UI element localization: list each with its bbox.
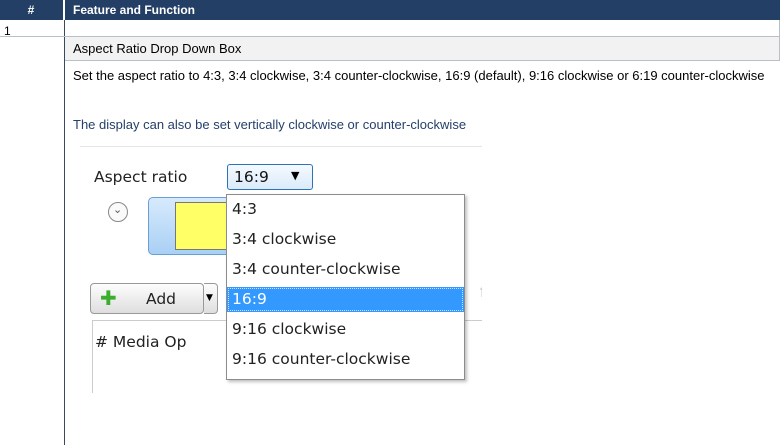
option-16-9-selected[interactable]: 16:9 xyxy=(227,287,464,312)
split-arrow-icon: ▼ xyxy=(206,293,213,303)
option-3-4-clockwise[interactable]: 3:4 clockwise xyxy=(227,227,464,252)
feature-title-row: Aspect Ratio Drop Down Box xyxy=(65,37,779,60)
header-number-column: # xyxy=(27,3,35,17)
screenshot-top-border xyxy=(80,146,482,147)
table-header: # Feature and Function xyxy=(0,0,780,20)
add-button[interactable]: ✚ Add xyxy=(90,283,204,314)
option-3-4-counter-clockwise[interactable]: 3:4 counter-clockwise xyxy=(227,257,464,282)
feature-description: Set the aspect ratio to 4:3, 3:4 clockwi… xyxy=(73,68,765,83)
option-9-16-clockwise[interactable]: 9:16 clockwise xyxy=(227,317,464,342)
title-divider xyxy=(65,60,780,61)
chevron-down-icon: ⌄ xyxy=(113,203,123,216)
feature-table: # Feature and Function 1 Aspect Ratio Dr… xyxy=(0,0,780,445)
aspect-ratio-dropdown-menu: 4:3 3:4 clockwise 3:4 counter-clockwise … xyxy=(226,194,465,380)
clipped-toolbar-text: f xyxy=(480,283,482,301)
aspect-ratio-label: Aspect ratio xyxy=(94,168,188,186)
feature-title: Aspect Ratio Drop Down Box xyxy=(73,41,242,56)
feature-note: The display can also be set vertically c… xyxy=(73,117,467,132)
preview-color-swatch xyxy=(175,202,229,250)
media-grid-column-headers: # Media Op xyxy=(95,333,187,351)
column-divider xyxy=(64,20,65,445)
option-9-16-counter-clockwise[interactable]: 9:16 counter-clockwise xyxy=(227,347,464,372)
selected-aspect-value: 16:9 xyxy=(234,168,269,186)
header-divider xyxy=(63,0,65,20)
right-border xyxy=(779,20,780,61)
aspect-ratio-screenshot: Aspect ratio 16:9 ▼ ⌄ ✚ Add ▼ f # Media … xyxy=(80,143,482,393)
header-feature-column: Feature and Function xyxy=(73,3,196,17)
plus-icon: ✚ xyxy=(100,286,117,310)
option-4-3[interactable]: 4:3 xyxy=(227,197,464,222)
dropdown-arrow-icon: ▼ xyxy=(291,169,300,182)
expand-button[interactable]: ⌄ xyxy=(108,202,128,222)
add-dropdown-button[interactable]: ▼ xyxy=(204,283,218,314)
add-button-label: Add xyxy=(146,290,177,308)
aspect-ratio-select[interactable]: 16:9 ▼ xyxy=(227,164,313,190)
grid-left-border xyxy=(92,320,93,393)
